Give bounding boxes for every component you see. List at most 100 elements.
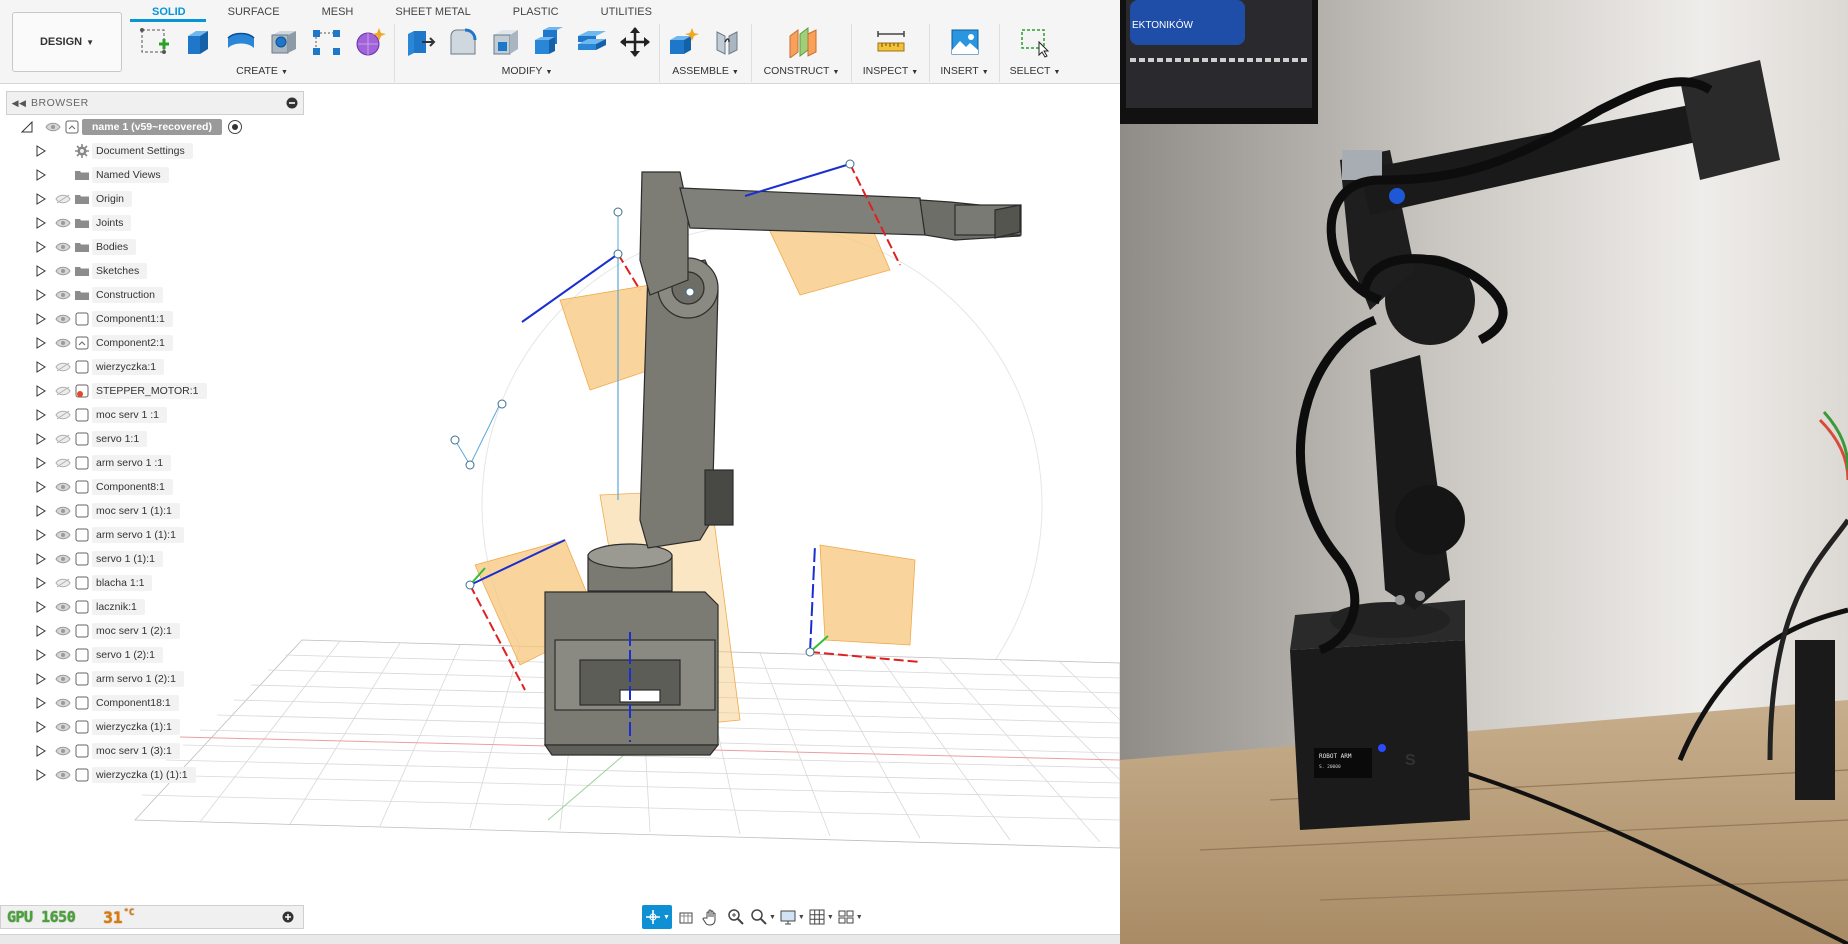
fit-icon[interactable]: ▼ xyxy=(750,905,776,929)
press-pull-icon[interactable] xyxy=(403,25,437,59)
eye-icon[interactable] xyxy=(54,770,72,780)
tab-mesh[interactable]: MESH xyxy=(300,0,374,22)
create-sketch-icon[interactable] xyxy=(138,25,172,59)
expand-triangle-icon[interactable] xyxy=(34,384,48,398)
inspect-menu[interactable]: INSPECT ▼ xyxy=(863,65,918,77)
expand-triangle-icon[interactable] xyxy=(34,192,48,206)
eye-icon[interactable] xyxy=(54,698,72,708)
tab-sheet-metal[interactable]: SHEET METAL xyxy=(373,0,490,22)
expand-triangle-icon[interactable] xyxy=(34,720,48,734)
eye-icon[interactable] xyxy=(54,746,72,756)
grid-settings-icon[interactable]: ▼ xyxy=(808,905,834,929)
eye-hidden-icon[interactable] xyxy=(54,410,72,420)
expand-triangle-icon[interactable] xyxy=(34,336,48,350)
eye-icon[interactable] xyxy=(54,218,72,228)
extrude-icon[interactable] xyxy=(181,25,215,59)
expand-triangle-icon[interactable] xyxy=(34,432,48,446)
modify-menu[interactable]: MODIFY ▼ xyxy=(502,65,553,77)
zoom-icon[interactable] xyxy=(725,905,747,929)
tree-item[interactable]: arm servo 1 (1):1 xyxy=(6,523,304,547)
pan-icon[interactable] xyxy=(700,905,722,929)
hole-icon[interactable] xyxy=(267,25,301,59)
create-form-icon[interactable] xyxy=(353,25,387,59)
pattern-icon[interactable] xyxy=(310,25,344,59)
combine-icon[interactable] xyxy=(532,25,566,59)
tree-item[interactable]: servo 1 (1):1 xyxy=(6,547,304,571)
eye-icon[interactable] xyxy=(54,314,72,324)
eye-icon[interactable] xyxy=(54,554,72,564)
activate-radio-icon[interactable] xyxy=(227,120,242,134)
eye-icon[interactable] xyxy=(54,626,72,636)
tree-item[interactable]: wierzyczka:1 xyxy=(6,355,304,379)
tree-item[interactable]: Component18:1 xyxy=(6,691,304,715)
tree-item[interactable]: moc serv 1 (3):1 xyxy=(6,739,304,763)
eye-hidden-icon[interactable] xyxy=(54,434,72,444)
tree-item[interactable]: Joints xyxy=(6,211,304,235)
eye-icon[interactable] xyxy=(54,530,72,540)
measure-icon[interactable] xyxy=(874,25,908,59)
tab-plastic[interactable]: PLASTIC xyxy=(491,0,579,22)
viewports-icon[interactable]: ▼ xyxy=(837,905,863,929)
tree-item[interactable]: wierzyczka (1):1 xyxy=(6,715,304,739)
eye-icon[interactable] xyxy=(54,506,72,516)
expand-triangle-icon[interactable] xyxy=(34,624,48,638)
expand-triangle-icon[interactable] xyxy=(34,672,48,686)
move-copy-icon[interactable] xyxy=(618,25,652,59)
expand-triangle-icon[interactable] xyxy=(34,288,48,302)
eye-icon[interactable] xyxy=(54,242,72,252)
tree-item[interactable]: moc serv 1 (2):1 xyxy=(6,619,304,643)
tree-item[interactable]: Bodies xyxy=(6,235,304,259)
eye-icon[interactable] xyxy=(54,338,72,348)
orbit-constrained-icon[interactable]: ▼ xyxy=(642,905,672,929)
joint-icon[interactable] xyxy=(710,25,744,59)
new-component-icon[interactable] xyxy=(667,25,701,59)
eye-hidden-icon[interactable] xyxy=(54,578,72,588)
tree-item[interactable]: blacha 1:1 xyxy=(6,571,304,595)
expand-triangle-icon[interactable] xyxy=(34,504,48,518)
expand-triangle-icon[interactable] xyxy=(34,576,48,590)
eye-icon[interactable] xyxy=(54,722,72,732)
eye-icon[interactable] xyxy=(54,650,72,660)
expand-triangle-icon[interactable] xyxy=(34,312,48,326)
tree-item[interactable]: Construction xyxy=(6,283,304,307)
offset-plane-icon[interactable] xyxy=(785,25,819,59)
window-select-icon[interactable] xyxy=(1018,25,1052,59)
collapse-triangle-icon[interactable] xyxy=(20,120,34,134)
tree-item[interactable]: Named Views xyxy=(6,163,304,187)
tree-item[interactable]: servo 1:1 xyxy=(6,427,304,451)
tab-surface[interactable]: SURFACE xyxy=(206,0,300,22)
tree-item[interactable]: Origin xyxy=(6,187,304,211)
eye-icon[interactable] xyxy=(54,266,72,276)
expand-triangle-icon[interactable] xyxy=(34,552,48,566)
expand-triangle-icon[interactable] xyxy=(34,480,48,494)
assemble-menu[interactable]: ASSEMBLE ▼ xyxy=(672,65,739,77)
shell-icon[interactable] xyxy=(489,25,523,59)
tree-item[interactable]: arm servo 1 :1 xyxy=(6,451,304,475)
tab-solid[interactable]: SOLID xyxy=(130,0,206,22)
tree-item[interactable]: Document Settings xyxy=(6,139,304,163)
collapse-panel-icon[interactable]: ◀◀ xyxy=(7,98,31,109)
offset-face-icon[interactable] xyxy=(575,25,609,59)
tree-root[interactable]: name 1 (v59~recovered) xyxy=(6,115,304,139)
expand-triangle-icon[interactable] xyxy=(34,600,48,614)
expand-triangle-icon[interactable] xyxy=(34,216,48,230)
tree-item[interactable]: lacznik:1 xyxy=(6,595,304,619)
tree-item[interactable]: servo 1 (2):1 xyxy=(6,643,304,667)
tree-item[interactable]: Component8:1 xyxy=(6,475,304,499)
tree-item[interactable]: wierzyczka (1) (1):1 xyxy=(6,763,304,787)
create-menu[interactable]: CREATE ▼ xyxy=(236,65,288,77)
minimize-panel-icon[interactable] xyxy=(281,92,303,114)
look-at-icon[interactable] xyxy=(675,905,697,929)
expand-triangle-icon[interactable] xyxy=(34,456,48,470)
eye-icon[interactable] xyxy=(54,290,72,300)
tab-utilities[interactable]: UTILITIES xyxy=(579,0,672,22)
tree-item[interactable]: Sketches xyxy=(6,259,304,283)
display-settings-icon[interactable]: ▼ xyxy=(779,905,805,929)
tree-item[interactable]: moc serv 1 (1):1 xyxy=(6,499,304,523)
eye-icon[interactable] xyxy=(54,602,72,612)
workspace-switcher-button[interactable]: DESIGN ▼ xyxy=(12,12,122,72)
tree-item[interactable]: moc serv 1 :1 xyxy=(6,403,304,427)
expand-triangle-icon[interactable] xyxy=(34,264,48,278)
expand-triangle-icon[interactable] xyxy=(34,696,48,710)
expand-triangle-icon[interactable] xyxy=(34,144,48,158)
